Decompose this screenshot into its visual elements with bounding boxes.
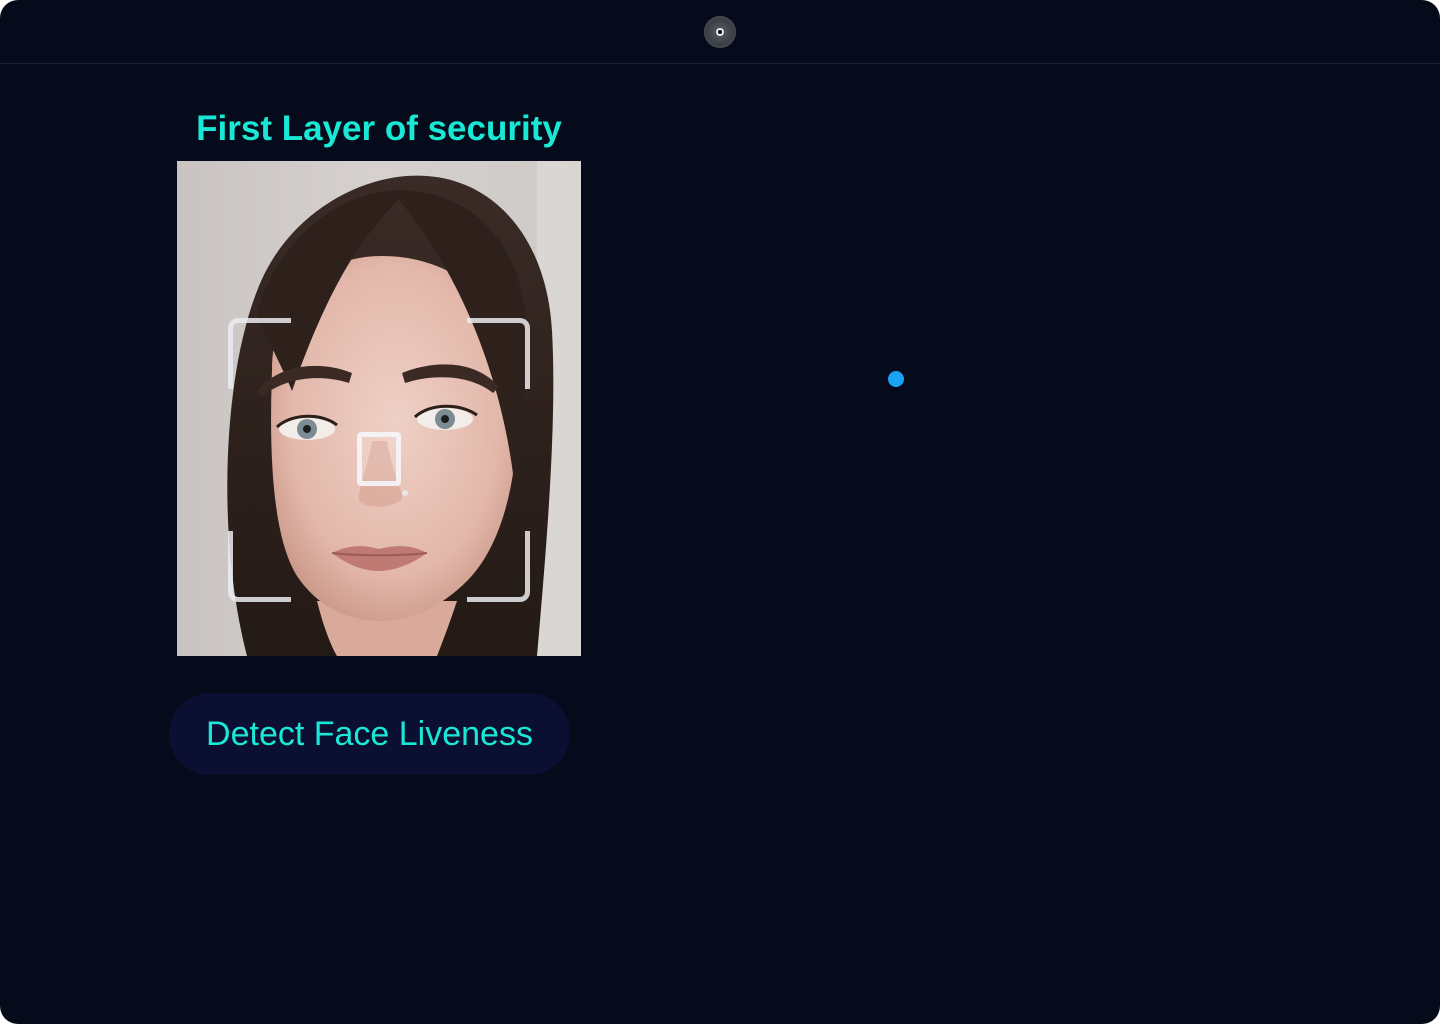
detect-face-liveness-button[interactable]: Detect Face Liveness <box>169 693 570 775</box>
scan-corner-top-right <box>467 318 530 389</box>
camera-lens <box>716 28 724 36</box>
webcam-icon <box>704 16 736 48</box>
scan-corner-bottom-right <box>467 531 530 602</box>
top-bar <box>0 0 1440 64</box>
page-title: First Layer of security <box>196 109 562 148</box>
scan-corner-bottom-left <box>228 531 291 602</box>
nose-target-icon <box>357 432 401 486</box>
app-window: First Layer of security Detect Face Live… <box>0 0 1440 1024</box>
scan-corner-top-left <box>228 318 291 389</box>
cursor-indicator-icon <box>888 371 904 387</box>
